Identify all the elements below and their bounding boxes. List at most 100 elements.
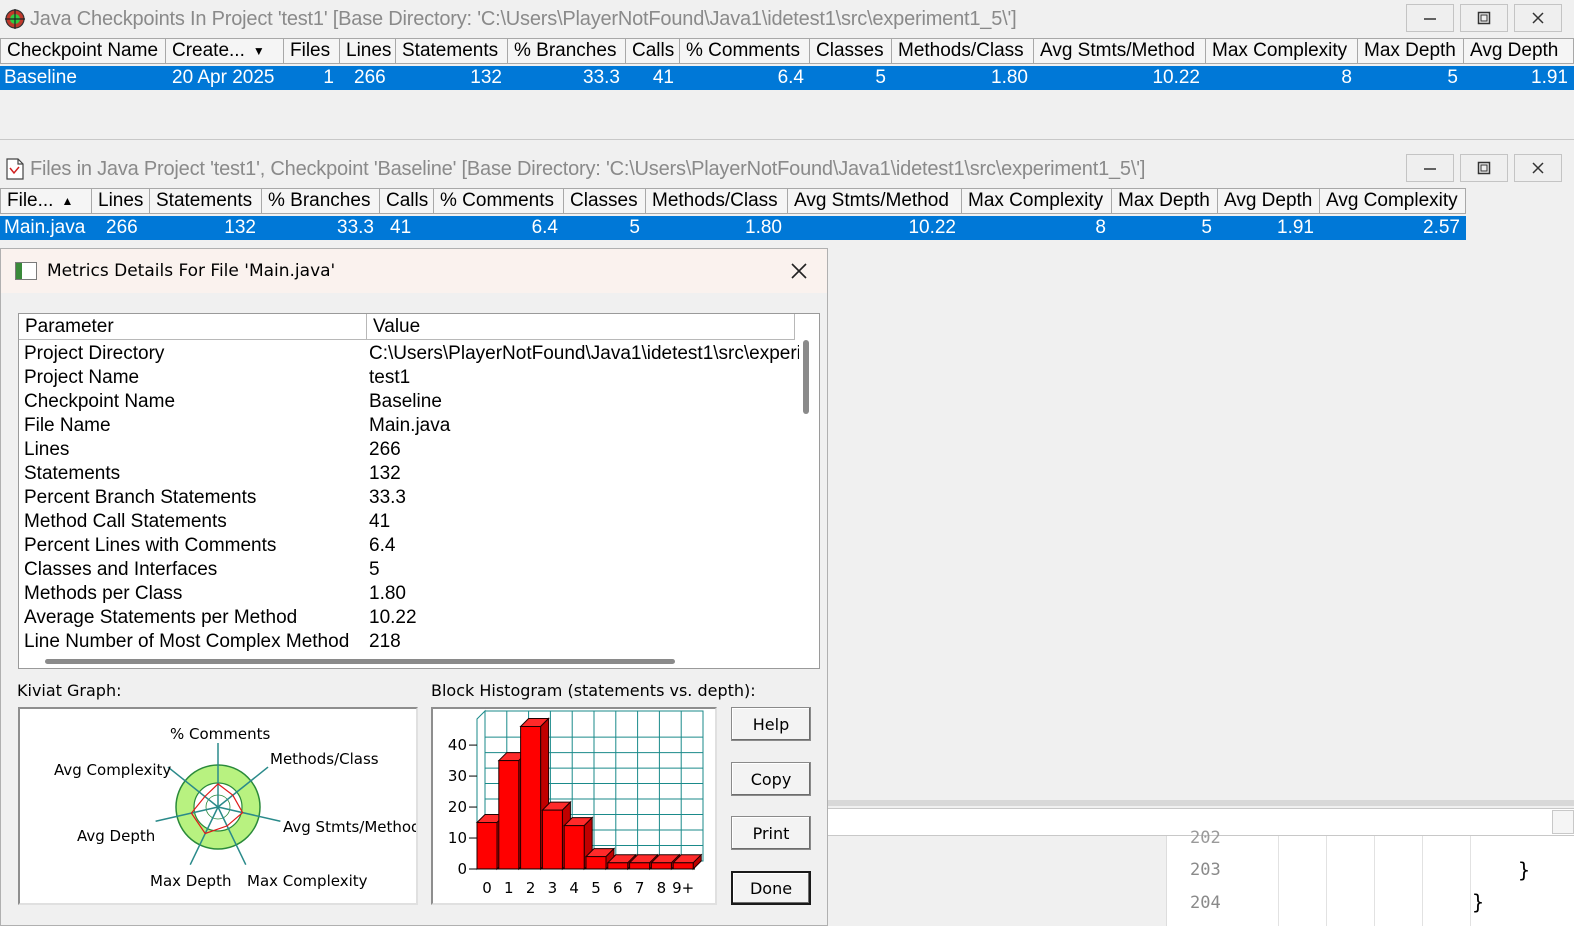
value-cell: 132 <box>369 463 401 484</box>
histogram-x-tick: 4 <box>569 879 579 897</box>
histogram-bar <box>585 856 607 870</box>
metrics-row[interactable]: Checkpoint Name Baseline <box>19 390 799 414</box>
column-header[interactable]: Calls <box>380 188 434 214</box>
column-header[interactable]: Statements <box>396 38 508 64</box>
column-header[interactable]: Max Depth <box>1358 38 1464 64</box>
column-header[interactable]: Methods/Class <box>892 38 1034 64</box>
column-header[interactable]: Classes <box>564 188 646 214</box>
value-cell: test1 <box>369 367 411 388</box>
copy-button[interactable]: Copy <box>731 762 811 796</box>
cell: 5 <box>1201 217 1212 238</box>
minimize-button[interactable] <box>1406 154 1454 182</box>
kiviat-axis-label: Avg Depth <box>77 827 155 845</box>
metrics-row[interactable]: Percent Branch Statements 33.3 <box>19 486 799 510</box>
checkpoints-titlebar[interactable]: Java Checkpoints In Project 'test1' [Bas… <box>0 0 1574 38</box>
metrics-row[interactable]: Percent Lines with Comments 6.4 <box>19 534 799 558</box>
cell: 5 <box>1447 67 1458 88</box>
files-titlebar[interactable]: Files in Java Project 'test1', Checkpoin… <box>0 150 1574 188</box>
metrics-row[interactable]: File Name Main.java <box>19 414 799 438</box>
parameter-cell: Lines <box>24 439 70 460</box>
column-header-parameter[interactable]: Parameter <box>19 314 367 340</box>
sort-descending-icon: ▼ <box>252 44 265 58</box>
column-header[interactable]: Avg Complexity <box>1320 188 1466 214</box>
cell: 2.57 <box>1423 217 1460 238</box>
metrics-row[interactable]: Project Name test1 <box>19 366 799 390</box>
metrics-row[interactable]: Statements 132 <box>19 462 799 486</box>
column-header[interactable]: Lines <box>92 188 150 214</box>
checkpoint-row-selected[interactable]: Baseline 20 Apr 2025 1 266 132 33.3 41 6… <box>0 66 1574 90</box>
column-header[interactable]: Avg Stmts/Method <box>1034 38 1206 64</box>
kiviat-axis-label: Methods/Class <box>270 750 379 768</box>
parameter-cell: Methods per Class <box>24 583 183 604</box>
dialog-close-icon[interactable] <box>787 259 811 283</box>
sort-ascending-icon: ▲ <box>61 194 74 208</box>
column-header[interactable]: Max Complexity <box>1206 38 1358 64</box>
metrics-row[interactable]: Method Call Statements 41 <box>19 510 799 534</box>
column-header[interactable]: Avg Depth <box>1218 188 1320 214</box>
histogram-y-tick: 30 <box>448 767 467 785</box>
metrics-details-dialog: Metrics Details For File 'Main.java' Par… <box>0 248 828 926</box>
metrics-row[interactable]: Methods per Class 1.80 <box>19 582 799 606</box>
cell: 5 <box>629 217 640 238</box>
column-header[interactable]: Calls <box>626 38 680 64</box>
histogram-bar <box>607 862 629 870</box>
close-button[interactable] <box>1514 154 1562 182</box>
horizontal-scrollbar[interactable] <box>45 659 675 664</box>
column-header-value[interactable]: Value <box>367 314 795 340</box>
column-header[interactable]: % Comments <box>680 38 810 64</box>
column-header[interactable]: % Branches <box>508 38 626 64</box>
cell: 132 <box>224 217 256 238</box>
maximize-button[interactable] <box>1460 154 1508 182</box>
cell: 1 <box>323 67 334 88</box>
column-header[interactable]: Statements <box>150 188 262 214</box>
vertical-scrollbar[interactable] <box>803 340 809 414</box>
file-row-selected[interactable]: Main.java 266 132 33.3 41 6.4 5 1.80 10.… <box>0 216 1466 240</box>
help-button[interactable]: Help <box>731 707 811 741</box>
cell: 1.80 <box>991 67 1028 88</box>
column-header[interactable]: Max Complexity <box>962 188 1112 214</box>
cell: 132 <box>470 67 502 88</box>
editor-guide-4 <box>1422 836 1423 926</box>
histogram-bar <box>672 862 694 870</box>
histogram-bar <box>563 825 585 870</box>
column-header-sorted[interactable]: File... ▲ <box>0 188 92 214</box>
code-brace: } <box>1518 858 1531 882</box>
value-cell: 266 <box>369 439 401 460</box>
close-button[interactable] <box>1514 4 1562 32</box>
value-cell: C:\Users\PlayerNotFound\Java1\idetest1\s… <box>369 343 799 364</box>
column-header[interactable]: Lines <box>340 38 396 64</box>
metrics-row[interactable]: Line Number of Most Complex Method 218 <box>19 630 799 654</box>
column-header[interactable]: Avg Stmts/Method <box>788 188 962 214</box>
column-header[interactable]: Files <box>284 38 340 64</box>
cell: 1.80 <box>745 217 782 238</box>
maximize-button[interactable] <box>1460 4 1508 32</box>
column-header[interactable]: Checkpoint Name <box>0 38 166 64</box>
cell: 6.4 <box>531 217 558 238</box>
dialog-titlebar[interactable]: Metrics Details For File 'Main.java' <box>1 249 827 293</box>
column-header[interactable]: % Comments <box>434 188 564 214</box>
parameter-cell: Method Call Statements <box>24 511 227 532</box>
histogram-panel: 0 10 20 30 40 0 1 2 3 4 5 6 7 8 9+ <box>431 707 717 905</box>
column-header[interactable]: Methods/Class <box>646 188 788 214</box>
column-header[interactable]: Classes <box>810 38 892 64</box>
histogram-x-tick: 7 <box>635 879 645 897</box>
print-button[interactable]: Print <box>731 816 811 850</box>
parameter-cell: Percent Branch Statements <box>24 487 257 508</box>
cell: 5 <box>875 67 886 88</box>
metrics-row[interactable]: Classes and Interfaces 5 <box>19 558 799 582</box>
column-header-sorted[interactable]: Create... ▼ <box>166 38 284 64</box>
column-header[interactable]: % Branches <box>262 188 380 214</box>
minimize-button[interactable] <box>1406 4 1454 32</box>
column-header[interactable]: Avg Depth <box>1464 38 1574 64</box>
cell: 10.22 <box>908 217 956 238</box>
metrics-row[interactable]: Lines 266 <box>19 438 799 462</box>
cell: 266 <box>354 67 386 88</box>
histogram-y-tick: 0 <box>457 860 467 878</box>
metrics-list[interactable]: Parameter Value Project Directory C:\User… <box>18 313 820 669</box>
column-header[interactable]: Max Depth <box>1112 188 1218 214</box>
dialog-title: Metrics Details For File 'Main.java' <box>47 261 336 281</box>
metrics-row[interactable]: Average Statements per Method 10.22 <box>19 606 799 630</box>
done-button[interactable]: Done <box>731 871 811 905</box>
kiviat-graph-panel: % Comments Methods/Class Avg Stmts/Metho… <box>18 707 421 905</box>
metrics-row[interactable]: Project Directory C:\Users\PlayerNotFound… <box>19 342 799 366</box>
